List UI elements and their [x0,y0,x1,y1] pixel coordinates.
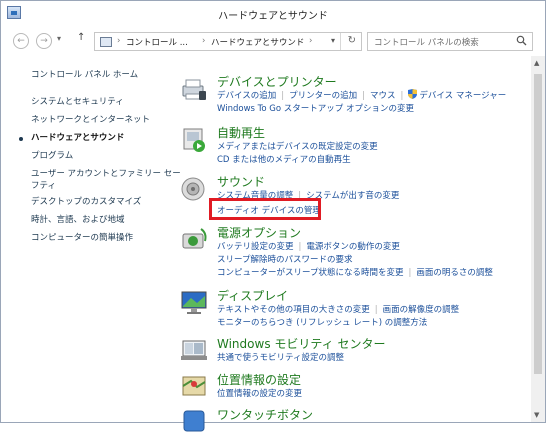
nav-programs[interactable]: プログラム [31,151,73,162]
link-windows-to-go[interactable]: Windows To Go スタートアップ オプションの変更 [217,104,414,114]
recent-pages-chevron-icon[interactable]: ▾ [57,34,61,43]
link-separator: | [281,91,285,101]
nav-ease-of-access[interactable]: コンピューターの簡単操作 [31,233,133,244]
nav-system-security[interactable]: システムとセキュリティ [31,97,124,108]
link-separator: | [400,91,404,101]
link-adjust-resolution[interactable]: 画面の解像度の調整 [383,305,460,315]
link-adjust-refresh-rate[interactable]: モニターのちらつき (リフレッシュ レート) の調整方法 [217,318,427,328]
link-require-password-wakeup[interactable]: スリープ解除時のパスワードの要求 [217,255,353,265]
link-separator: | [408,268,412,278]
link-autoplay-cd[interactable]: CD または他のメディアの自動再生 [217,155,351,165]
devices-printers-icon [182,79,206,100]
link-change-text-size[interactable]: テキストやその他の項目の大きさの変更 [217,305,370,315]
power-options-heading[interactable]: 電源オプション [217,224,301,241]
breadcrumb-chevron-icon[interactable]: › [117,36,120,46]
breadcrumb-control-panel[interactable]: コントロール ... [126,36,188,48]
one-touch-button-heading[interactable]: ワンタッチボタン [217,406,313,423]
title-bar: ハードウェアとサウンド [1,1,545,27]
link-power-button-behavior[interactable]: 電源ボタンの動作の変更 [306,242,400,252]
display-icon [181,291,207,314]
nav-network-internet[interactable]: ネットワークとインターネット [31,115,150,126]
link-adjust-mobility-settings[interactable]: 共通で使うモビリティ設定の調整 [217,353,344,363]
link-separator: | [362,91,366,101]
up-arrow-icon[interactable]: ↑ [77,32,85,43]
link-add-printer[interactable]: プリンターの追加 [289,91,357,101]
breadcrumb-chevron-icon[interactable]: › [202,36,205,46]
window-title: ハードウェアとサウンド [218,11,328,22]
current-page-bullet-icon [19,137,23,141]
display-heading[interactable]: ディスプレイ [217,287,288,304]
nav-hardware-sound: ハードウェアとサウンド [31,133,125,143]
devices-printers-heading[interactable]: デバイスとプリンター [217,73,337,90]
breadcrumb-chevron-icon[interactable]: › [309,36,312,46]
nav-user-accounts[interactable]: ユーザー アカウントとファミリー セー [31,169,181,180]
scroll-down-icon[interactable]: ▼ [534,411,539,419]
link-device-manager[interactable]: デバイス マネージャー [419,91,506,101]
nav-clock-language-region[interactable]: 時計、言語、および地域 [31,215,125,226]
mobility-center-icon [181,340,207,360]
search-box[interactable]: コントロール パネルの検索 [367,32,533,51]
speaker-icon [181,177,205,201]
scroll-up-icon[interactable]: ▲ [534,59,539,67]
address-dropdown-icon[interactable]: ▾ [331,36,335,45]
link-change-default-settings[interactable]: メディアまたはデバイスの既定設定の変更 [217,142,378,152]
link-mouse[interactable]: マウス [370,91,396,101]
vertical-scrollbar[interactable]: ▲ ▼ [531,56,545,422]
forward-arrow-icon[interactable]: → [36,33,52,49]
uac-shield-icon [408,89,418,99]
autoplay-icon [183,128,205,152]
search-icon[interactable] [516,35,527,46]
mobility-center-heading[interactable]: Windows モビリティ センター [217,335,385,352]
address-separator [340,33,341,50]
navigation-bar: ← → ▾ ↑ › コントロール ... › ハードウェアとサウンド › ▾ ↻… [1,27,545,55]
one-touch-button-icon [183,410,205,432]
link-change-location-settings[interactable]: 位置情報の設定の変更 [217,389,302,399]
nav-user-accounts-cont[interactable]: フティ [31,181,56,192]
scrollbar-thumb[interactable] [534,74,542,374]
breadcrumb-hardware-sound[interactable]: ハードウェアとサウンド [211,36,304,48]
link-battery-settings[interactable]: バッテリ設定の変更 [217,242,294,252]
search-placeholder: コントロール パネルの検索 [374,38,479,48]
control-panel-small-icon [100,37,112,47]
link-change-sleep-time[interactable]: コンピューターがスリープ状態になる時間を変更 [217,268,404,278]
location-settings-heading[interactable]: 位置情報の設定 [217,371,301,388]
location-settings-icon [182,376,206,396]
link-adjust-brightness[interactable]: 画面の明るさの調整 [416,268,493,278]
power-options-icon [182,228,207,249]
nav-control-panel-home[interactable]: コントロール パネル ホーム [31,70,138,81]
nav-desktop-customization[interactable]: デスクトップのカスタマイズ [31,197,141,208]
address-bar[interactable]: › コントロール ... › ハードウェアとサウンド › ▾ ↻ [94,32,362,51]
refresh-icon[interactable]: ↻ [348,35,356,46]
control-panel-window: ハードウェアとサウンド ← → ▾ ↑ › コントロール ... › ハードウェ… [0,0,546,432]
autoplay-heading[interactable]: 自動再生 [217,124,265,141]
back-arrow-icon[interactable]: ← [13,33,29,49]
link-add-device[interactable]: デバイスの追加 [217,91,276,101]
link-separator: | [374,305,378,315]
link-separator: | [298,242,302,252]
sound-heading[interactable]: サウンド [217,173,265,190]
audio-devices-highlight-box [209,198,321,220]
